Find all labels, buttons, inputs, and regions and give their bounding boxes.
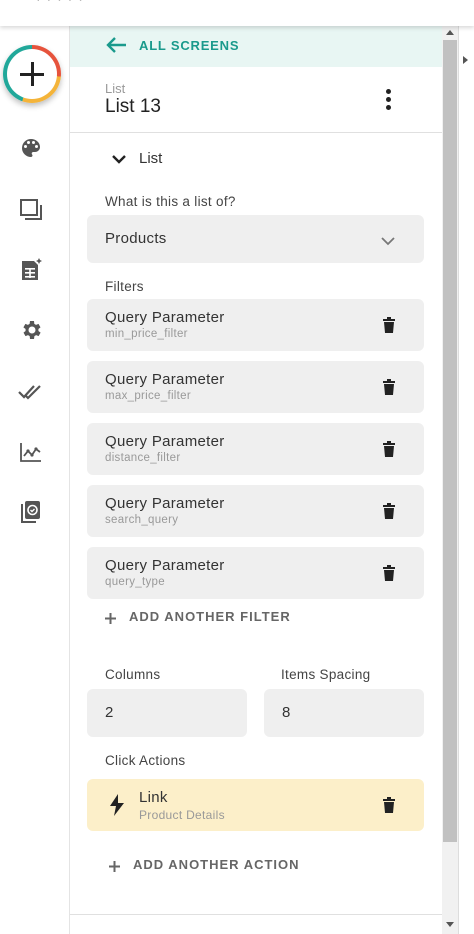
screens-icon[interactable] bbox=[18, 197, 44, 223]
add-action-button[interactable]: ADD ANOTHER ACTION bbox=[109, 857, 369, 875]
left-rail bbox=[0, 26, 70, 934]
items-spacing-label: Items Spacing bbox=[281, 667, 371, 682]
items-spacing-value: 8 bbox=[282, 704, 291, 721]
filter-item[interactable]: Query Parameter max_price_filter bbox=[87, 361, 424, 413]
action-item[interactable]: Link Product Details bbox=[87, 779, 424, 831]
publish-copy-icon[interactable] bbox=[18, 499, 44, 525]
header-divider bbox=[70, 132, 442, 133]
filter-title: Query Parameter bbox=[105, 371, 225, 388]
filters-label: Filters bbox=[105, 279, 144, 294]
filter-subtitle: distance_filter bbox=[105, 452, 181, 464]
lightning-bolt-icon bbox=[109, 794, 125, 821]
plus-icon-vertical bbox=[31, 62, 34, 86]
trash-icon[interactable] bbox=[383, 379, 395, 395]
all-screens-bar[interactable]: ALL SCREENS bbox=[70, 26, 442, 67]
add-filter-label: ADD ANOTHER FILTER bbox=[129, 609, 291, 624]
double-check-icon[interactable] bbox=[18, 379, 44, 405]
filter-subtitle: min_price_filter bbox=[105, 328, 188, 340]
component-name: List 13 bbox=[105, 96, 161, 117]
filter-title: Query Parameter bbox=[105, 433, 225, 450]
scroll-right-arrow-icon[interactable] bbox=[463, 56, 468, 64]
filter-item[interactable]: Query Parameter distance_filter bbox=[87, 423, 424, 475]
plus-icon bbox=[105, 612, 116, 627]
columns-input[interactable]: 2 bbox=[87, 689, 247, 737]
columns-value: 2 bbox=[105, 704, 114, 721]
trash-icon[interactable] bbox=[383, 565, 395, 581]
filter-title: Query Parameter bbox=[105, 309, 225, 326]
analytics-chart-icon[interactable] bbox=[18, 439, 44, 465]
chevron-down-icon[interactable] bbox=[112, 151, 126, 164]
scroll-down-arrow-icon[interactable] bbox=[446, 922, 454, 927]
filter-subtitle: search_query bbox=[105, 514, 179, 526]
gear-icon[interactable] bbox=[18, 317, 44, 343]
trash-icon[interactable] bbox=[383, 797, 395, 813]
list-of-value: Products bbox=[105, 230, 167, 247]
back-arrow-icon[interactable] bbox=[106, 36, 128, 59]
scroll-up-arrow-icon[interactable] bbox=[446, 30, 454, 35]
right-edge-strip bbox=[458, 26, 474, 934]
filter-item[interactable]: Query Parameter min_price_filter bbox=[87, 299, 424, 351]
chevron-down-icon bbox=[381, 233, 395, 251]
click-actions-label: Click Actions bbox=[105, 753, 186, 768]
component-type: List bbox=[105, 81, 126, 96]
columns-label: Columns bbox=[105, 667, 161, 682]
all-screens-label[interactable]: ALL SCREENS bbox=[139, 38, 239, 53]
plus-icon bbox=[109, 860, 120, 875]
filter-subtitle: query_type bbox=[105, 576, 165, 588]
top-bar: · · · · · bbox=[0, 0, 474, 26]
items-spacing-input[interactable]: 8 bbox=[264, 689, 424, 737]
filter-item[interactable]: Query Parameter search_query bbox=[87, 485, 424, 537]
add-button[interactable] bbox=[3, 45, 61, 103]
filter-title: Query Parameter bbox=[105, 495, 225, 512]
trash-icon[interactable] bbox=[383, 503, 395, 519]
list-of-label: What is this a list of? bbox=[105, 194, 236, 209]
database-sparkle-icon[interactable] bbox=[18, 257, 44, 283]
add-filter-button[interactable]: ADD ANOTHER FILTER bbox=[105, 609, 365, 627]
action-title: Link bbox=[139, 789, 168, 806]
palette-icon[interactable] bbox=[18, 135, 44, 161]
more-options-icon[interactable] bbox=[383, 89, 393, 111]
scrollbar-thumb[interactable] bbox=[443, 40, 457, 842]
section-list-label[interactable]: List bbox=[139, 150, 162, 167]
filter-item[interactable]: Query Parameter query_type bbox=[87, 547, 424, 599]
list-of-select[interactable]: Products bbox=[87, 215, 424, 263]
filter-subtitle: max_price_filter bbox=[105, 390, 191, 402]
trash-icon[interactable] bbox=[383, 317, 395, 333]
top-bar-text: · · · · · bbox=[36, 0, 84, 7]
action-subtitle: Product Details bbox=[139, 808, 225, 822]
add-action-label: ADD ANOTHER ACTION bbox=[133, 857, 300, 872]
bottom-divider bbox=[70, 914, 442, 915]
filter-title: Query Parameter bbox=[105, 557, 225, 574]
properties-panel: ALL SCREENS List List 13 List What is th… bbox=[70, 26, 442, 934]
trash-icon[interactable] bbox=[383, 441, 395, 457]
